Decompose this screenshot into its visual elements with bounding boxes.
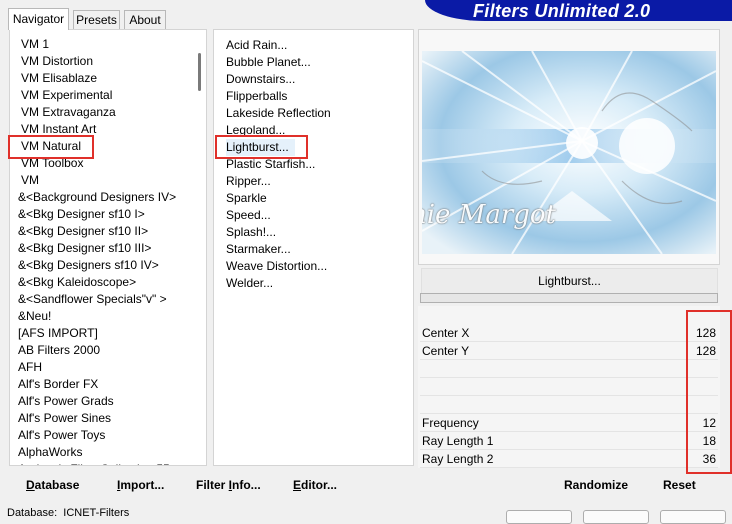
parameter-row[interactable]: [420, 396, 718, 414]
category-item[interactable]: Alf's Power Toys: [18, 427, 105, 444]
tab-navigator[interactable]: Navigator: [8, 8, 69, 30]
category-item[interactable]: &Neu!: [18, 308, 51, 325]
filter-name-button[interactable]: Lightburst...: [421, 268, 718, 294]
parameter-row[interactable]: Center X 128: [420, 324, 718, 342]
filter-item[interactable]: Ripper...: [226, 173, 271, 190]
progress-bar: [420, 293, 718, 303]
filter-item[interactable]: Starmaker...: [226, 241, 291, 258]
filter-item[interactable]: Acid Rain...: [226, 37, 287, 54]
filter-info-button[interactable]: Filter Info...: [196, 476, 261, 494]
category-item[interactable]: VM: [21, 172, 39, 189]
category-item[interactable]: VM Distortion: [21, 53, 93, 70]
tab-presets[interactable]: Presets: [73, 10, 120, 29]
app-title: Filters Unlimited 2.0: [473, 1, 651, 21]
category-item[interactable]: VM Extravaganza: [21, 104, 116, 121]
category-item[interactable]: AlphaWorks: [18, 444, 82, 461]
database-button[interactable]: Database: [26, 476, 79, 494]
category-list[interactable]: VM 1 VM Distortion VM Elisablaze VM Experim…: [9, 29, 207, 466]
parameter-label: Center X: [422, 326, 470, 340]
category-item[interactable]: AFH: [18, 359, 42, 376]
parameter-label: Ray Length 2: [422, 452, 494, 466]
filter-item[interactable]: Weave Distortion...: [226, 258, 327, 275]
editor-button[interactable]: Editor...: [293, 476, 337, 494]
preview-image: Ivanie Margot: [422, 51, 716, 254]
category-item[interactable]: Alf's Power Grads: [18, 393, 114, 410]
help-button[interactable]: [660, 510, 726, 524]
category-item[interactable]: &<Bkg Designer sf10 II>: [18, 223, 148, 240]
parameter-row[interactable]: Ray Length 2 36: [420, 450, 718, 468]
category-item[interactable]: AB Filters 2000: [18, 342, 100, 359]
category-item[interactable]: &<Bkg Designer sf10 I>: [18, 206, 145, 223]
category-item[interactable]: Alf's Border FX: [18, 376, 98, 393]
status-text: Database: ICNET-Filters: [7, 507, 130, 519]
reset-button[interactable]: Reset: [663, 476, 696, 494]
preview-watermark: Ivanie Margot: [422, 200, 556, 230]
category-item[interactable]: &<Sandflower Specials"v" >: [18, 291, 167, 308]
category-item[interactable]: VM Elisablaze: [21, 70, 97, 87]
parameter-row[interactable]: Center Y 128: [420, 342, 718, 360]
parameter-row[interactable]: [420, 378, 718, 396]
ok-button[interactable]: [506, 510, 572, 524]
tab-about[interactable]: About: [124, 10, 166, 29]
parameter-row[interactable]: Frequency 12: [420, 414, 718, 432]
parameter-label: Frequency: [422, 416, 479, 430]
category-item[interactable]: &<Background Designers IV>: [18, 189, 176, 206]
category-item[interactable]: VM 1: [21, 36, 49, 53]
category-item[interactable]: Alf's Power Sines: [18, 410, 111, 427]
category-item[interactable]: &<Bkg Kaleidoscope>: [18, 274, 136, 291]
import-button[interactable]: Import...: [117, 476, 164, 494]
category-item[interactable]: VM Experimental: [21, 87, 112, 104]
category-scroll-thumb[interactable]: [198, 53, 201, 91]
randomize-button[interactable]: Randomize: [564, 476, 628, 494]
filter-item[interactable]: Speed...: [226, 207, 271, 224]
filter-item[interactable]: Welder...: [226, 275, 273, 292]
filter-item[interactable]: Lakeside Reflection: [226, 105, 331, 122]
cancel-button[interactable]: [583, 510, 649, 524]
category-item[interactable]: &<Bkg Designers sf10 IV>: [18, 257, 159, 274]
filter-item[interactable]: Bubble Planet...: [226, 54, 311, 71]
category-item[interactable]: Andrew's Filter Collection 55: [18, 461, 170, 465]
parameter-label: Center Y: [422, 344, 470, 358]
filter-item[interactable]: Flipperballs: [226, 88, 287, 105]
parameter-label: Ray Length 1: [422, 434, 494, 448]
filter-item[interactable]: Splash!...: [226, 224, 276, 241]
parameter-row[interactable]: [420, 360, 718, 378]
filter-item[interactable]: Sparkle: [226, 190, 267, 207]
highlight-filter: [215, 135, 308, 159]
filter-list[interactable]: Acid Rain... Bubble Planet... Downstairs..…: [213, 29, 414, 466]
category-item[interactable]: &<Bkg Designer sf10 III>: [18, 240, 151, 257]
parameter-slider[interactable]: [420, 467, 718, 468]
highlight-category: [8, 135, 94, 159]
category-item[interactable]: [AFS IMPORT]: [18, 325, 98, 342]
highlight-values: [686, 310, 732, 474]
filter-item[interactable]: Downstairs...: [226, 71, 295, 88]
parameter-row[interactable]: Ray Length 1 18: [420, 432, 718, 450]
